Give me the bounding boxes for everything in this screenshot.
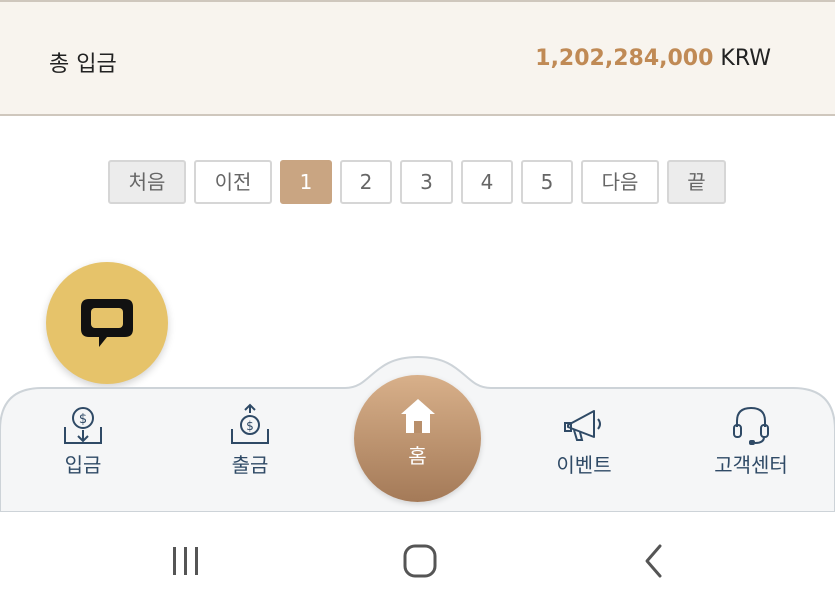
next-page-button[interactable]: 다음 [581,160,659,204]
nav-withdraw[interactable]: $ 출금 [190,403,310,483]
megaphone-icon [564,410,601,441]
nav-label-home: 홈 [408,444,427,468]
back-icon [645,544,662,578]
recent-apps-icon [173,547,198,575]
page-button-4[interactable]: 4 [461,160,513,204]
bottom-nav: $ 입금 $ 출금 홈 이벤트 고객센터 [0,355,835,512]
nav-label-event: 이벤트 [556,453,612,477]
recent-apps-button[interactable] [156,536,216,586]
nav-label-customer-center: 고객센터 [714,453,788,477]
deposit-icon: $ [64,407,102,444]
summary-amount: 1,202,284,000 [535,46,714,71]
page-button-1[interactable]: 1 [280,160,332,204]
home-icon [403,544,437,578]
nav-label-withdraw: 출금 [231,453,269,477]
back-button[interactable] [625,536,685,586]
summary-label: 총 입금 [49,52,117,77]
first-page-button[interactable]: 처음 [108,160,186,204]
nav-label-deposit: 입금 [64,453,102,477]
chat-bubble-icon [81,299,133,347]
home-icon [400,399,435,433]
summary-value: 1,202,284,000 KRW [535,46,771,71]
headset-icon [733,406,769,445]
deposit-summary: 총 입금 1,202,284,000 KRW [0,0,835,116]
nav-event[interactable]: 이벤트 [524,403,644,483]
system-home-button[interactable] [390,536,450,586]
svg-text:$: $ [246,419,254,433]
nav-home[interactable]: 홈 [354,375,481,502]
nav-deposit[interactable]: $ 입금 [23,403,143,483]
last-page-button[interactable]: 끝 [667,160,726,204]
page-button-5[interactable]: 5 [521,160,573,204]
nav-customer-center[interactable]: 고객센터 [691,403,811,483]
summary-currency: KRW [720,46,771,71]
system-nav-bar [0,512,835,609]
page-button-3[interactable]: 3 [400,160,453,204]
pagination: 처음 이전 1 2 3 4 5 다음 끝 [0,160,835,204]
prev-page-button[interactable]: 이전 [194,160,272,204]
withdraw-icon: $ [231,403,269,444]
page-button-2[interactable]: 2 [340,160,392,204]
svg-text:$: $ [79,412,87,427]
